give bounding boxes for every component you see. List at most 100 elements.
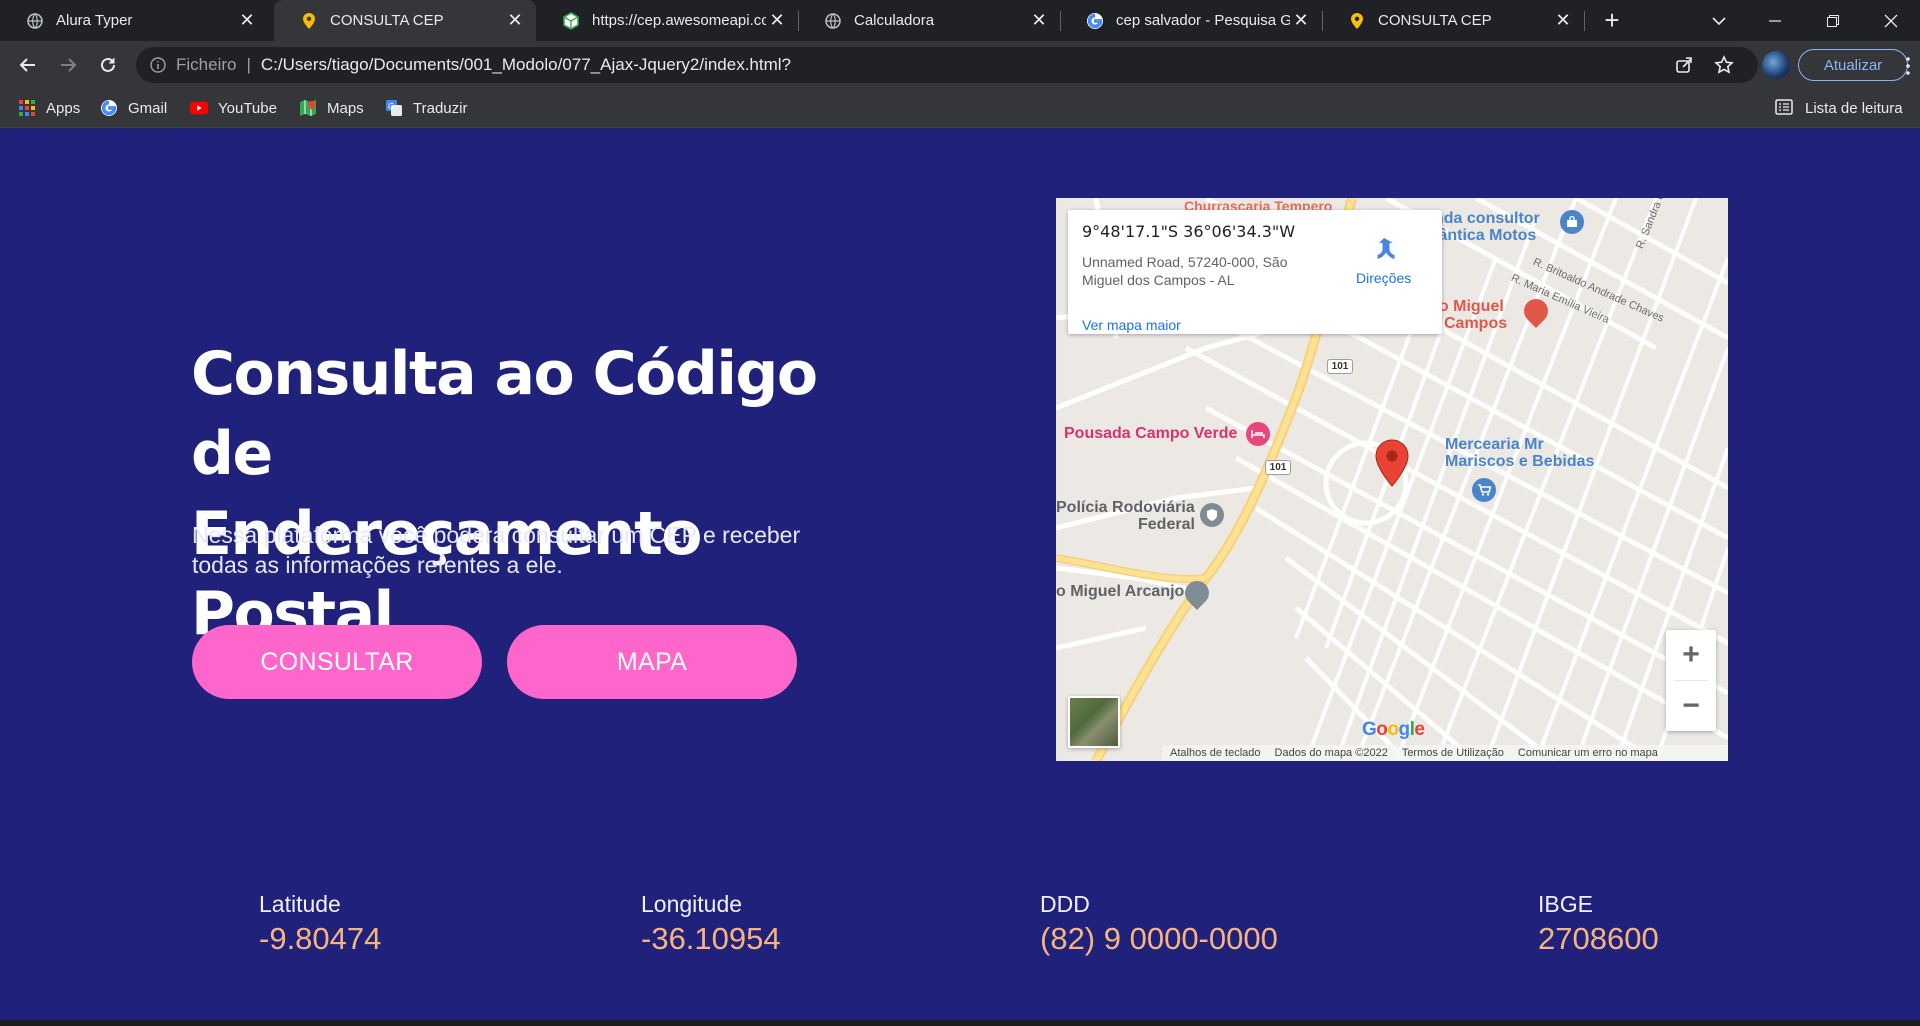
scheme-label: Ficheiro (176, 55, 237, 74)
close-icon[interactable]: ✕ (766, 10, 788, 32)
cube-icon (562, 11, 580, 30)
back-button[interactable] (12, 49, 44, 81)
title-line-1: Consulta ao Código de (191, 339, 818, 489)
page-subtitle: Nessa plataforma você poderá consultar u… (192, 520, 892, 580)
forward-button[interactable] (52, 49, 84, 81)
terms-link[interactable]: Termos de Utilização (1402, 747, 1504, 759)
globe-icon (26, 12, 44, 30)
stat-label: Longitude (641, 891, 743, 917)
map-data-label: Dados do mapa ©2022 (1274, 747, 1388, 759)
place-mercearia-mr[interactable]: Mercearia Mr Mariscos e Bebidas (1445, 436, 1594, 470)
tab-title: CONSULTA CEP (330, 12, 444, 29)
tab-google-search[interactable]: cep salvador - Pesquisa Google ✕ (1060, 0, 1322, 41)
map-attribution: Atalhos de teclado Dados do mapa ©2022 T… (1162, 745, 1728, 761)
police-shield-icon[interactable] (1200, 503, 1224, 527)
google-logo: Google (1362, 719, 1425, 740)
bookmarks-bar: Apps Gmail YouTube Maps G Traduzir Lista… (0, 89, 1920, 128)
reading-list-label: Lista de leitura (1805, 99, 1903, 117)
place-label-line: Mariscos e Bebidas (1445, 453, 1595, 470)
report-error-link[interactable]: Comunicar um erro no mapa (1518, 747, 1658, 759)
satellite-layer-toggle[interactable] (1068, 696, 1120, 748)
map-zoom-controls: + − (1666, 630, 1716, 731)
place-atlantica-motos[interactable]: nda consultor lântica Motos (1434, 210, 1540, 244)
maps-icon (299, 99, 317, 117)
url-text[interactable]: C:/Users/tiago/Documents/001_Modolo/077_… (261, 55, 791, 75)
place-sao-miguel-arcanjo[interactable]: o Miguel Arcanjo (1056, 583, 1184, 600)
stat-label: IBGE (1538, 891, 1593, 917)
stat-label: DDD (1040, 891, 1090, 917)
route-shield: 101 (1265, 460, 1291, 475)
info-icon[interactable] (150, 57, 166, 73)
restore-button[interactable] (1810, 0, 1856, 41)
place-policia-rodoviaria[interactable]: Polícia Rodoviária Federal (1056, 499, 1195, 533)
map-info-card: 9°48'17.1"S 36°06'34.3"W Unnamed Road, 5… (1068, 210, 1442, 334)
directions-link[interactable]: Direções (1356, 270, 1411, 286)
tab-alura-typer[interactable]: Alura Typer ✕ (0, 0, 268, 41)
bookmark-translate[interactable]: G Traduzir (385, 89, 467, 127)
zoom-out-button[interactable]: − (1666, 681, 1716, 731)
reload-icon (101, 57, 115, 72)
close-icon[interactable]: ✕ (1290, 10, 1312, 32)
google-icon (100, 99, 118, 117)
page-title: Consulta ao Código de Endereçamento Post… (191, 334, 911, 654)
map-pin-icon (300, 12, 318, 30)
map-button[interactable]: MAPA (507, 625, 797, 699)
tab-title: Calculadora (854, 12, 935, 29)
new-tab-button[interactable]: + (1588, 0, 1636, 41)
subtitle-line-1: Nessa plataforma você poderá consultar u… (192, 522, 801, 548)
close-icon[interactable]: ✕ (1028, 10, 1050, 32)
hotel-icon[interactable] (1246, 422, 1270, 446)
tab-calculadora[interactable]: Calculadora ✕ (798, 0, 1060, 41)
minimize-button[interactable] (1752, 0, 1798, 41)
bookmark-label: YouTube (218, 99, 277, 117)
tab-title: CONSULTA CEP (1378, 12, 1492, 29)
update-button[interactable]: Atualizar (1798, 49, 1908, 81)
place-pousada-campo-verde[interactable]: Pousada Campo Verde (1064, 425, 1237, 442)
globe-icon (824, 12, 842, 30)
reading-list-button[interactable]: Lista de leitura (1775, 89, 1903, 127)
close-window-button[interactable] (1868, 0, 1914, 41)
tab-consulta-cep-2[interactable]: CONSULTA CEP ✕ (1322, 0, 1584, 41)
profile-avatar[interactable] (1762, 51, 1790, 79)
tab-strip: Alura Typer ✕ CONSULTA CEP ✕ https://cep… (0, 0, 1920, 41)
svg-text:G: G (388, 102, 394, 111)
browser-toolbar: Ficheiro | C:/Users/tiago/Documents/001_… (0, 41, 1920, 89)
consult-button[interactable]: CONSULTAR (192, 625, 482, 699)
bookmark-gmail[interactable]: Gmail (100, 89, 167, 127)
close-icon[interactable]: ✕ (504, 10, 526, 32)
view-larger-map-link[interactable]: Ver mapa maior (1082, 317, 1181, 333)
zoom-in-button[interactable]: + (1666, 630, 1716, 680)
route-shield: 101 (1327, 359, 1353, 374)
star-bookmark-icon[interactable] (1714, 55, 1734, 75)
google-icon (1086, 12, 1104, 30)
stat-value: (82) 9 0000-0000 (1040, 921, 1278, 956)
address-bar[interactable]: Ficheiro | C:/Users/tiago/Documents/001_… (136, 47, 1758, 83)
close-icon[interactable]: ✕ (236, 10, 258, 32)
bookmark-maps[interactable]: Maps (299, 89, 364, 127)
apps-grid-icon (18, 99, 36, 117)
reload-button[interactable] (92, 49, 124, 81)
translate-icon: G (385, 99, 403, 117)
shopping-bag-icon[interactable] (1560, 210, 1584, 234)
embedded-map[interactable]: R. Britoaldo Andrade Chaves R. Maria Emí… (1056, 198, 1728, 761)
directions-icon[interactable] (1370, 234, 1398, 262)
tab-title: https://cep.awesomeapi.com (592, 12, 766, 29)
bookmark-label: Gmail (128, 99, 168, 117)
bookmark-label: Traduzir (413, 99, 468, 117)
stat-ddd: DDD (82) 9 0000-0000 (1040, 890, 1278, 958)
tab-awesomeapi[interactable]: https://cep.awesomeapi.com ✕ (536, 0, 798, 41)
stat-value: -9.80474 (259, 921, 382, 956)
subtitle-line-2: todas as informações refentes a ele. (192, 552, 563, 578)
bookmark-youtube[interactable]: YouTube (190, 89, 277, 127)
map-pin-icon (1348, 12, 1366, 30)
page-bottom-edge (0, 1020, 1920, 1026)
close-icon[interactable]: ✕ (1552, 10, 1574, 32)
tab-search-chevron-icon[interactable] (1696, 0, 1742, 41)
tab-consulta-cep-active[interactable]: CONSULTA CEP ✕ (274, 0, 536, 41)
kebab-menu-icon[interactable] (1904, 57, 1912, 75)
keyboard-shortcuts-link[interactable]: Atalhos de teclado (1170, 747, 1261, 759)
bookmark-apps[interactable]: Apps (18, 89, 80, 127)
place-label-line: Federal (1138, 516, 1195, 533)
share-icon[interactable] (1674, 55, 1694, 75)
shopping-cart-icon[interactable] (1472, 478, 1496, 502)
